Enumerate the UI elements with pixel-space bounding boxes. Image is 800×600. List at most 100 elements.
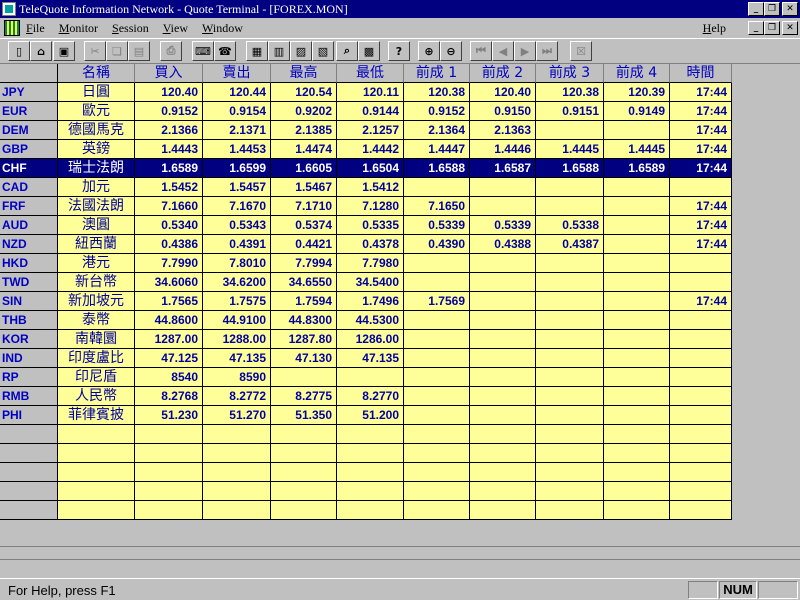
calculator-button[interactable]: ▩ [358,41,380,61]
quote-cell[interactable] [271,444,337,463]
row-code[interactable] [0,425,58,444]
quote-cell[interactable] [470,292,536,311]
quote-cell[interactable] [470,330,536,349]
currency-name-cell[interactable]: 印度盧比 [58,349,135,368]
quote-cell[interactable]: 0.4378 [337,235,404,254]
menu-session[interactable]: Session [112,21,149,36]
quote-cell[interactable] [670,406,732,425]
quote-cell[interactable]: 0.5343 [203,216,271,235]
quote-cell[interactable] [536,425,604,444]
quote-cell[interactable]: 120.11 [337,83,404,102]
save-file-button[interactable]: ▣ [53,41,75,61]
quote-cell[interactable]: 47.135 [203,349,271,368]
quote-cell[interactable]: 1287.00 [135,330,203,349]
row-code[interactable]: RP [0,368,58,387]
row-code[interactable]: RMB [0,387,58,406]
quote-cell[interactable] [604,311,670,330]
quote-cell[interactable]: 17:44 [670,140,732,159]
horizontal-scroll-area[interactable] [0,546,800,578]
quote-cell[interactable] [470,254,536,273]
quote-cell[interactable] [404,406,470,425]
minimize-button[interactable]: _ [748,2,764,16]
quote-cell[interactable]: 7.7990 [135,254,203,273]
quote-cell[interactable] [470,273,536,292]
row-code[interactable]: HKD [0,254,58,273]
quote-cell[interactable] [135,501,203,520]
quote-cell[interactable]: 1.6589 [604,159,670,178]
quote-cell[interactable] [536,292,604,311]
currency-name-cell[interactable]: 德國馬克 [58,121,135,140]
quote-cell[interactable]: 1.5452 [135,178,203,197]
quote-cell[interactable]: 0.9149 [604,102,670,121]
quote-cell[interactable] [536,387,604,406]
quote-cell[interactable] [536,254,604,273]
quote-cell[interactable]: 1.4453 [203,140,271,159]
column-header[interactable]: 買入 [135,64,203,83]
quote-cell[interactable]: 1.7565 [135,292,203,311]
quote-cell[interactable]: 7.1660 [135,197,203,216]
column-header[interactable]: 名稱 [58,64,135,83]
quote-cell[interactable] [670,501,732,520]
column-header[interactable]: 前成 3 [536,64,604,83]
quote-cell[interactable]: 0.5340 [135,216,203,235]
quote-cell[interactable]: 7.8010 [203,254,271,273]
chart-2-button[interactable]: ▨ [290,41,312,61]
quote-cell[interactable] [404,273,470,292]
quote-cell[interactable] [470,178,536,197]
quote-cell[interactable]: 47.130 [271,349,337,368]
currency-name-cell[interactable]: 法國法朗 [58,197,135,216]
quote-cell[interactable] [404,349,470,368]
quote-cell[interactable] [670,330,732,349]
quote-cell[interactable]: 7.1650 [404,197,470,216]
quote-cell[interactable] [337,425,404,444]
quote-cell[interactable]: 7.7994 [271,254,337,273]
close-button[interactable]: ✕ [782,2,798,16]
row-code[interactable]: SIN [0,292,58,311]
quote-cell[interactable] [536,444,604,463]
quote-cell[interactable] [604,463,670,482]
quote-cell[interactable]: 44.9100 [203,311,271,330]
quote-cell[interactable]: 1.6605 [271,159,337,178]
quote-cell[interactable] [604,349,670,368]
quote-cell[interactable]: 0.9144 [337,102,404,121]
quote-cell[interactable]: 47.125 [135,349,203,368]
restore-button[interactable]: ❐ [764,2,780,16]
quote-cell[interactable] [404,482,470,501]
currency-name-cell[interactable]: 英鎊 [58,140,135,159]
quote-cell[interactable]: 8540 [135,368,203,387]
doc-minimize-button[interactable]: _ [748,21,764,35]
column-header[interactable]: 最高 [271,64,337,83]
close-window-button[interactable]: ☒ [570,41,592,61]
quote-cell[interactable] [470,349,536,368]
quote-cell[interactable]: 0.4386 [135,235,203,254]
quote-cell[interactable]: 2.1363 [470,121,536,140]
quote-cell[interactable]: 1.6587 [470,159,536,178]
quote-cell[interactable] [203,482,271,501]
row-code[interactable]: AUD [0,216,58,235]
quote-cell[interactable] [536,368,604,387]
quote-cell[interactable] [404,444,470,463]
quote-cell[interactable]: 34.5400 [337,273,404,292]
quote-cell[interactable]: 8.2768 [135,387,203,406]
quote-cell[interactable] [670,387,732,406]
quote-cell[interactable]: 51.350 [271,406,337,425]
row-code[interactable]: TWD [0,273,58,292]
quote-cell[interactable]: 44.5300 [337,311,404,330]
column-header[interactable]: 時間 [670,64,732,83]
quote-cell[interactable] [604,178,670,197]
quote-cell[interactable]: 1287.80 [271,330,337,349]
quote-cell[interactable] [470,482,536,501]
quote-cell[interactable] [470,463,536,482]
row-code[interactable] [0,501,58,520]
currency-name-cell[interactable] [58,482,135,501]
quote-cell[interactable] [271,482,337,501]
quote-cell[interactable]: 0.5338 [536,216,604,235]
quote-cell[interactable]: 1.7575 [203,292,271,311]
quote-cell[interactable]: 0.9154 [203,102,271,121]
app-icon[interactable] [2,2,16,16]
quote-cell[interactable] [604,292,670,311]
quote-cell[interactable] [470,387,536,406]
row-code[interactable] [0,482,58,501]
quote-cell[interactable] [604,330,670,349]
quote-cell[interactable] [604,197,670,216]
